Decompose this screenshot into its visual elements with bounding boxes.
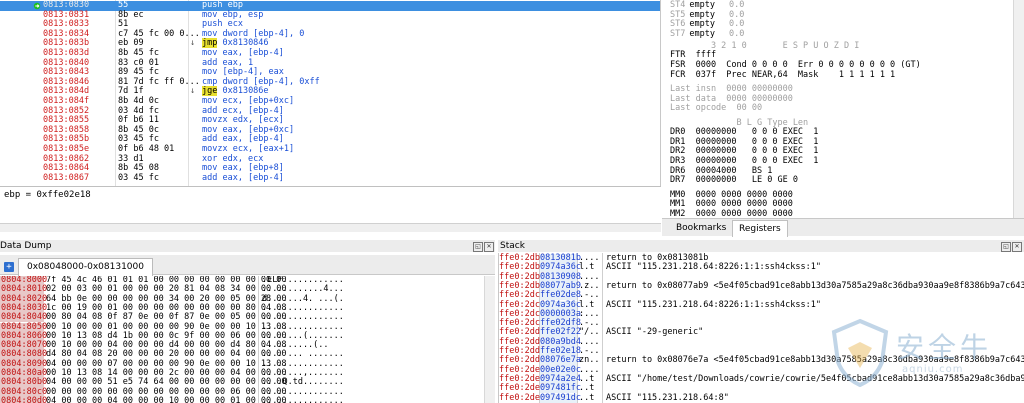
stack-comment: ASCII "115.231.218.64:8" — [606, 392, 729, 403]
close-icon[interactable]: ✕ — [1012, 242, 1022, 252]
register-line: FCR 037f Prec NEAR,64 Mask 1 1 1 1 1 1 — [670, 69, 896, 80]
disasm-row[interactable]: 0813:0830 55 push ebp — [0, 0, 660, 11]
jump-mnemonic: jge — [202, 86, 218, 97]
register-value: 0.0 — [728, 0, 745, 10]
disasm-bytes: 03 45 fc — [118, 172, 159, 183]
hex-dump-scrollbar[interactable] — [484, 276, 495, 403]
disasm-row[interactable]: 0813:0831 8b ec mov ebp, esp — [0, 10, 660, 21]
register-name: ST7 — [670, 28, 686, 39]
disasm-row[interactable]: 0813:0862 33 d1 xor edx, ecx — [0, 154, 660, 165]
disasm-row[interactable]: 0813:084f 8b 4d 0c mov ecx, [ebp+0xc] — [0, 96, 660, 107]
stack-title: Stack — [500, 241, 525, 251]
right-panel-tabbar: Bookmarks Registers — [662, 218, 1024, 237]
disasm-address: 0813:0867 — [43, 172, 90, 183]
disasm-row[interactable]: 0813:0834 c7 45 fc 00 0... mov dword [ebp-… — [0, 29, 660, 40]
register-line: MM2 0000 0000 0000 0000 — [670, 208, 793, 218]
disasm-row[interactable]: 0813:0855 0f b6 11 movzx edx, [ecx] — [0, 116, 660, 126]
stack-titlebar: Stack ◱ ✕ — [498, 240, 1024, 252]
tab-registers[interactable]: Registers — [732, 220, 788, 237]
disasm-row[interactable]: 0813:085e 0f b6 48 01 movzx ecx, [eax+1] — [0, 144, 660, 155]
disasm-row[interactable]: 0813:0846 81 7d fc ff 0... cmp dword [ebp-… — [0, 77, 660, 88]
register-name: ST6 — [670, 19, 686, 30]
watermark: 安全牛 aqniu.com — [830, 316, 1024, 396]
tab-memory-region[interactable]: 0x08048000-0x08131000 — [18, 258, 153, 276]
disasm-row[interactable]: 0813:0852 03 4d fc add ecx, [ebp-4] — [0, 106, 660, 117]
watermark-url: aqniu.com — [902, 364, 964, 375]
disassembly-view[interactable]: 0813:0830 55 push ebp 0813:0831 8b ec mov ebp… — [0, 0, 661, 186]
float-icon[interactable]: ◱ — [1001, 242, 1011, 252]
register-state: empty — [689, 28, 715, 39]
register-value: 0.0 — [728, 28, 745, 39]
stack-comment: ASCII "115.231.218.64:8226:1:1:ssh4ckss:… — [606, 299, 821, 310]
jump-marker: ↓ — [190, 86, 196, 97]
close-icon[interactable]: ✕ — [484, 242, 494, 252]
register-value: 0.0 — [728, 9, 745, 20]
disasm-row[interactable]: 0813:085b 03 45 fc add eax, [ebp-4] — [0, 135, 660, 145]
shield-logo-icon — [831, 318, 889, 388]
disasm-row[interactable]: 0813:0858 8b 45 0c mov eax, [ebp+0xc] — [0, 125, 660, 136]
hex-dump-row[interactable]: 0804:80d0 04 00 00 00 04 00 00 00 10 00 0… — [0, 395, 484, 403]
register-value-text: ebp = 0xffe02e18 — [4, 190, 91, 200]
add-tab-icon[interactable]: + — [4, 262, 14, 272]
disasm-row[interactable]: 0813:0840 83 c0 01 add eax, 1 — [0, 58, 660, 69]
data-dump-titlebar: Data Dump ◱ ✕ — [0, 240, 495, 252]
stack-comment: ASCII "115.231.218.64:8226:1:1:ssh4ckss:… — [606, 262, 821, 273]
registers-scrollbar[interactable] — [1013, 0, 1024, 218]
info-scrollbar[interactable] — [0, 223, 661, 232]
register-line: DR7 00000000 LE 0 GE 0 — [670, 175, 798, 186]
dump-ascii: ................ — [262, 395, 344, 403]
disasm-row[interactable]: 0813:0867 03 45 fc add eax, [ebp-4] — [0, 172, 660, 184]
disasm-row[interactable]: 0813:0843 89 45 fc mov [ebp-4], eax — [0, 68, 660, 78]
jump-marker: ↓ — [190, 38, 196, 49]
register-name: ST5 — [670, 9, 686, 20]
data-dump-title: Data Dump — [0, 241, 52, 251]
register-state: empty — [689, 19, 715, 30]
register-name: ST4 — [670, 0, 686, 10]
registers-view: ST4 empty 0.0 ST5 empty 0.0 ST6 empty 0.0 ST7 empt… — [662, 0, 1024, 218]
disasm-row[interactable]: 0813:083d 8b 45 fc mov eax, [ebp-4] — [0, 48, 660, 59]
stack-comment: ASCII "-29-generic" — [606, 327, 704, 338]
dump-address: 0804:80d0 — [0, 396, 47, 403]
register-value: 0.0 — [728, 19, 745, 30]
disasm-row[interactable]: 0813:0833 51 push ecx — [0, 20, 660, 30]
register-line: Last opcode 00 00 — [670, 103, 763, 114]
float-icon[interactable]: ◱ — [473, 242, 483, 252]
stack-value: 097491dc — [540, 392, 581, 403]
stack-ascii: ..t — [579, 392, 595, 403]
jump-mnemonic: jmp — [202, 38, 218, 49]
disasm-row[interactable]: 0813:084d 7d 1f ↓ jge 0x813086e — [0, 86, 660, 97]
stack-comment: return to 0x08077ab9 <5e4f05cbad91ce8abb… — [606, 280, 1024, 291]
disasm-instruction: add eax, [ebp-4] — [202, 172, 284, 183]
register-state: empty — [689, 9, 715, 20]
fpu-st-register: ST7 empty 0.0 — [670, 28, 745, 40]
watermark-text: 安全牛 — [896, 331, 993, 364]
disasm-row[interactable]: 0813:0864 8b 45 08 mov eax, [ebp+8] — [0, 164, 660, 174]
stack-address: ffe0:2dec — [499, 392, 546, 403]
disasm-row[interactable]: 0813:083b eb 09 ↓ jmp 0x8130846 — [0, 38, 660, 49]
data-dump-tabs: + 0x08048000-0x08131000 — [0, 255, 495, 276]
dump-hex-bytes: 04 00 00 00 04 00 00 00 10 00 00 00 01 0… — [46, 395, 287, 403]
hex-dump-view[interactable]: 0804:8000 7f 45 4c 46 01 01 01 00 00 00 0… — [0, 276, 484, 403]
register-state: empty — [689, 0, 715, 10]
tab-bookmarks[interactable]: Bookmarks — [670, 220, 732, 236]
